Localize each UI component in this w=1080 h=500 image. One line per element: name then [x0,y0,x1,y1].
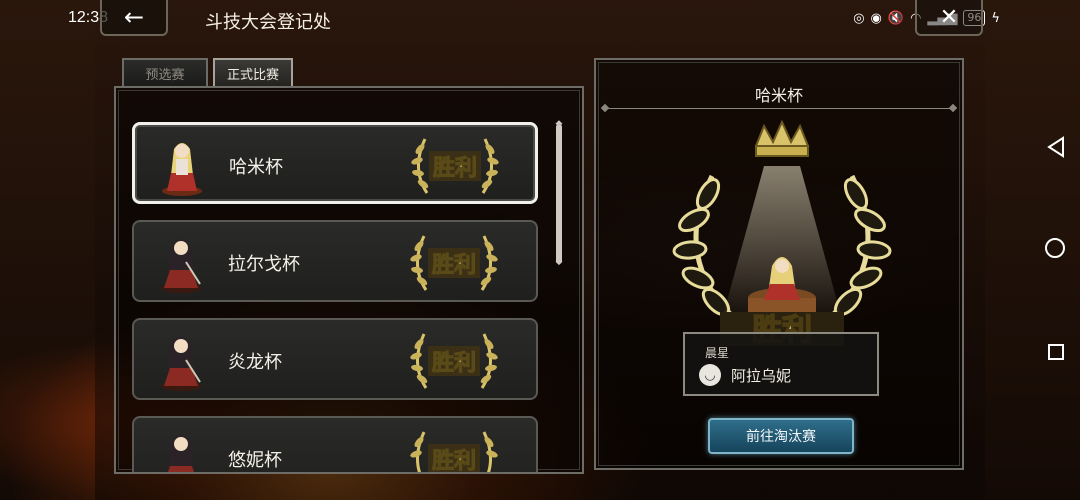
cup-name: 拉尔戈杯 [228,254,300,275]
victory-laurel-badge: 胜利 [410,235,498,291]
cup-list-panel: 哈米杯 胜利 拉尔戈杯 胜利 炎龙杯 胜利 悠妮杯 胜利 [114,86,584,474]
character-portrait [168,435,194,472]
scroll-down-icon[interactable]: ◆ [553,258,565,267]
cup-card-yuni[interactable]: 悠妮杯 胜利 [132,416,538,474]
close-icon: ✕ [939,4,959,30]
nav-recents-icon[interactable] [1048,344,1064,360]
victory-emblem: 胜利 [672,119,892,348]
victory-text: 胜利 [432,351,476,376]
victory-text: 胜利 [432,253,476,278]
detail-title: 哈米杯 [754,86,803,105]
crown-icon [754,119,810,157]
cup-name: 炎龙杯 [228,352,282,373]
cup-detail-panel: 哈米杯 胜利 晨星 ◡ 阿拉乌妮 前往淘汰赛 [594,58,964,470]
victory-laurel-badge: 胜利 [410,431,498,474]
close-button[interactable]: ✕ [915,0,983,36]
page-title: 斗技大会登记处 [205,12,331,33]
eye-icon: ◉ [870,10,882,26]
winner-label: 晨星 [705,346,730,360]
cup-card-fire-dragon[interactable]: 炎龙杯 胜利 [132,318,538,400]
character-portrait [161,337,201,391]
victory-laurel-badge: 胜利 [410,333,498,389]
winner-info: 晨星 ◡ 阿拉乌妮 [683,332,879,396]
cup-name: 哈米杯 [229,157,283,178]
nfc-icon: ◎ [853,10,865,26]
nav-home-icon[interactable] [1045,238,1065,258]
scrollbar-thumb[interactable] [556,124,562,264]
character-portrait [162,143,202,196]
go-to-knockout-button[interactable]: 前往淘汰赛 [708,418,854,454]
winner-name: 阿拉乌妮 [731,367,792,385]
victory-laurel-badge: 胜利 [411,138,499,194]
mute-icon: 🔇 [887,10,905,26]
nav-back-icon[interactable] [1046,136,1066,158]
character-portrait [161,239,201,293]
cup-card-largo[interactable]: 拉尔戈杯 胜利 [132,220,538,302]
shell-icon: ◡ [699,364,721,386]
victory-text: 胜利 [432,449,476,474]
divider [604,108,954,109]
navigation-bar [985,0,1080,500]
cup-name: 悠妮杯 [228,450,282,471]
victory-text: 胜利 [433,156,477,181]
back-button[interactable]: ← [100,0,168,36]
arrow-left-icon: ← [123,3,145,31]
tab-preliminary[interactable]: 预选赛 [122,58,208,86]
tab-official-match[interactable]: 正式比赛 [213,58,293,86]
cup-card-hami[interactable]: 哈米杯 胜利 [132,122,538,204]
